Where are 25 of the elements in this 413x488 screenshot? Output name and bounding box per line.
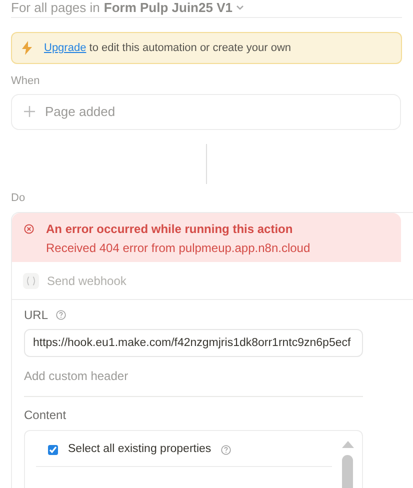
lightning-icon	[22, 41, 32, 55]
error-title: An error occurred while running this action	[46, 222, 294, 237]
scope-label: For all pages in	[11, 0, 100, 16]
checkbox-label: Select all existing properties	[68, 442, 212, 457]
field-label: URL	[24, 307, 48, 324]
upgrade-link[interactable]: Upgrade	[44, 42, 86, 54]
error-icon	[24, 224, 34, 234]
help-icon	[221, 444, 232, 455]
database-selector[interactable]: Form Pulp Juin25 V1	[104, 0, 232, 16]
plus-icon	[24, 106, 35, 117]
select-all-checkbox[interactable]	[48, 444, 58, 455]
help-icon	[56, 310, 66, 320]
field-label: Content	[24, 407, 68, 424]
section-label: Do	[11, 190, 26, 206]
scroll-up-icon	[342, 441, 354, 448]
error-message: Received 404 error from pulpmeup.app.n8n.cloud	[46, 241, 310, 256]
trigger-card[interactable]: Page added	[11, 94, 401, 130]
action-name: Send webhook	[47, 272, 126, 290]
caret-icon	[236, 5, 244, 11]
section-label: When	[11, 74, 41, 89]
scrollbar-thumb[interactable]	[342, 455, 353, 488]
url-field[interactable]: https://hook.eu1.make.com/f42nzgmjris1dk8orr1rntc9zn6p5ecf	[24, 329, 363, 357]
add-header-link[interactable]: Add custom header	[24, 367, 363, 382]
webhook-icon	[23, 272, 39, 288]
banner-text: to edit this automation or create your own	[89, 42, 292, 54]
